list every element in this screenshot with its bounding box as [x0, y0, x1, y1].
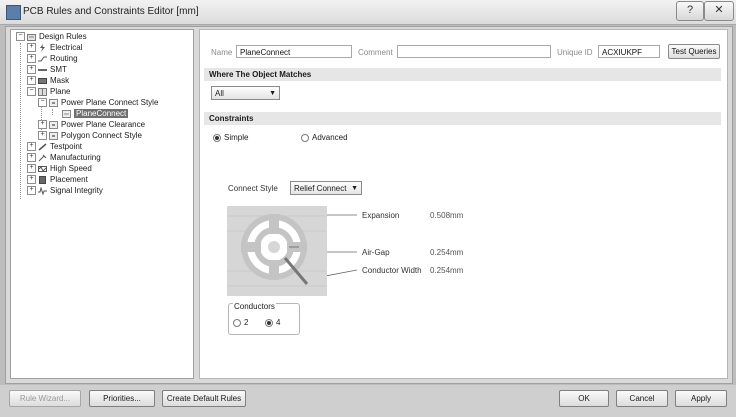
comment-field[interactable] [397, 45, 551, 58]
airgap-label: Air-Gap [362, 248, 390, 257]
unique-id-field[interactable]: ACXIUKPF [598, 45, 660, 58]
tree-item-polygon-connect-style[interactable]: + Polygon Connect Style [38, 130, 142, 141]
expand-icon[interactable]: + [27, 186, 36, 196]
rule-wizard-button[interactable]: Rule Wizard... [9, 390, 81, 407]
high-speed-icon [38, 165, 47, 173]
cancel-button[interactable]: Cancel [616, 390, 668, 407]
thermal-relief-illustration [227, 206, 327, 296]
where-section-header: Where The Object Matches [204, 68, 721, 81]
expand-icon[interactable]: + [38, 131, 47, 141]
tree-item-testpoint[interactable]: + Testpoint [27, 141, 82, 152]
chevron-down-icon: ▼ [351, 185, 358, 192]
constraints-section-header: Constraints [204, 112, 721, 125]
apply-button[interactable]: Apply [675, 390, 727, 407]
rules-tree[interactable]: − Design Rules + Electrical + Routing + SMT … [10, 29, 194, 379]
chevron-down-icon: ▼ [269, 90, 276, 97]
tree-item-smt[interactable]: + SMT [27, 64, 67, 75]
collapse-icon[interactable]: − [16, 32, 25, 42]
tree-item-placement[interactable]: + Placement [27, 174, 88, 185]
expansion-label: Expansion [362, 211, 400, 220]
tree-item-signal-integrity[interactable]: + Signal Integrity [27, 185, 103, 196]
testpoint-icon [38, 143, 47, 151]
radio-unselected-icon [301, 133, 309, 142]
tree-item-high-speed[interactable]: + High Speed [27, 163, 92, 174]
unique-id-label: Unique ID [557, 48, 593, 57]
advanced-radio[interactable]: Advanced [301, 133, 348, 143]
collapse-icon[interactable]: − [38, 98, 47, 108]
ok-button[interactable]: OK [559, 390, 609, 407]
name-field[interactable]: PlaneConnect [236, 45, 352, 58]
conductors-group: Conductors 2 4 [228, 302, 300, 335]
tree-item-electrical[interactable]: + Electrical [27, 42, 82, 53]
signal-integrity-icon [38, 186, 47, 196]
plane-rule-icon [49, 120, 58, 129]
create-default-rules-button[interactable]: Create Default Rules [162, 390, 246, 407]
expand-icon[interactable]: + [38, 120, 47, 130]
routing-icon [38, 55, 47, 63]
connect-style-value: Relief Connect [294, 184, 347, 193]
test-queries-button[interactable]: Test Queries [668, 44, 720, 59]
plane-icon [38, 87, 47, 96]
rules-folder-icon [27, 33, 36, 41]
tree-item-plane[interactable]: − Plane [27, 86, 70, 97]
conductors-2-radio[interactable]: 2 [233, 318, 248, 328]
rule-editor-panel: Name PlaneConnect Comment Unique ID ACXI… [199, 29, 728, 379]
scope-dropdown[interactable]: All ▼ [211, 86, 280, 100]
conductors-4-radio[interactable]: 4 [265, 318, 280, 328]
expand-icon[interactable]: + [27, 76, 36, 86]
connect-style-dropdown[interactable]: Relief Connect ▼ [290, 181, 362, 195]
simple-radio[interactable]: Simple [213, 133, 248, 143]
radio-selected-icon [265, 318, 273, 327]
tree-item-routing[interactable]: + Routing [27, 53, 78, 64]
name-label: Name [211, 48, 233, 57]
radio-selected-icon [213, 133, 221, 142]
tree-item-design-rules[interactable]: − Design Rules [16, 31, 87, 42]
window-title: PCB Rules and Constraints Editor [mm] [23, 6, 199, 17]
priorities-button[interactable]: Priorities... [89, 390, 155, 407]
mask-icon [38, 77, 47, 85]
tree-item-mask[interactable]: + Mask [27, 75, 69, 86]
tree-item-power-plane-connect-style[interactable]: − Power Plane Connect Style [38, 97, 158, 108]
tree-item-power-plane-clearance[interactable]: + Power Plane Clearance [38, 119, 145, 130]
expand-icon[interactable]: + [27, 153, 36, 163]
expand-icon[interactable]: + [27, 43, 36, 53]
placement-icon [38, 175, 47, 184]
collapse-icon[interactable]: − [27, 87, 36, 97]
help-button[interactable]: ? [676, 1, 704, 21]
close-button[interactable]: ✕ [704, 1, 734, 21]
expansion-value: 0.508mm [430, 211, 464, 220]
smt-icon [38, 66, 47, 74]
conductor-width-value: 0.254mm [430, 266, 464, 275]
connect-style-label: Connect Style [228, 184, 278, 193]
comment-label: Comment [358, 48, 393, 57]
expand-icon[interactable]: + [27, 175, 36, 185]
airgap-value: 0.254mm [430, 248, 464, 257]
tree-item-planeconnect[interactable]: PlaneConnect [62, 108, 129, 119]
electrical-icon [38, 43, 47, 52]
expand-icon[interactable]: + [27, 142, 36, 152]
rule-icon [62, 109, 71, 118]
dialog-body: − Design Rules + Electrical + Routing + SMT … [5, 26, 733, 384]
expand-icon[interactable]: + [27, 164, 36, 174]
radio-unselected-icon [233, 318, 241, 327]
expand-icon[interactable]: + [27, 65, 36, 75]
expand-icon[interactable]: + [27, 54, 36, 64]
dimension-leaders [327, 214, 358, 277]
conductors-label: Conductors [233, 302, 276, 311]
title-bar: PCB Rules and Constraints Editor [mm] ? … [0, 0, 736, 25]
plane-rule-icon [49, 98, 58, 107]
button-bar: Rule Wizard... Priorities... Create Defa… [0, 385, 736, 417]
app-icon [6, 5, 21, 20]
scope-value: All [215, 89, 224, 98]
manufacturing-icon [38, 154, 47, 162]
relief-connect-diagram [227, 206, 327, 296]
tree-item-manufacturing[interactable]: + Manufacturing [27, 152, 101, 163]
conductor-width-label: Conductor Width [362, 266, 422, 275]
plane-rule-icon [49, 131, 58, 140]
